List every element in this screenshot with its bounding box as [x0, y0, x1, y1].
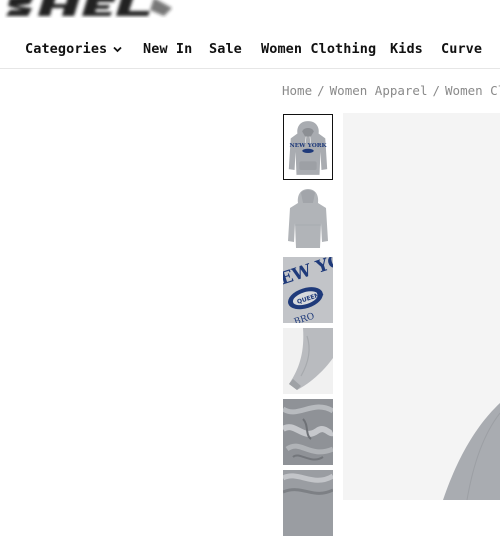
- thumbnail-sleeve[interactable]: [283, 328, 333, 394]
- brand-logo[interactable]: [4, 0, 174, 20]
- main-nav: Categories New In Sale Women Clothing Ki…: [0, 30, 500, 69]
- nav-kids[interactable]: Kids: [390, 41, 423, 57]
- breadcrumb-separator: /: [317, 83, 325, 98]
- nav-categories-label: Categories: [25, 41, 108, 57]
- nav-categories[interactable]: Categories: [25, 41, 122, 57]
- thumbnail-print-closeup[interactable]: EW YOR QUEENS BRO: [283, 257, 333, 323]
- main-product-image[interactable]: [343, 113, 500, 500]
- breadcrumb-home[interactable]: Home: [282, 83, 312, 98]
- breadcrumb-women-apparel[interactable]: Women Apparel: [330, 83, 428, 98]
- chevron-down-icon: [113, 41, 122, 57]
- thumbnail-front[interactable]: NEW YORK: [283, 114, 333, 180]
- thumbnail-fabric[interactable]: [283, 399, 333, 465]
- nav-sale[interactable]: Sale: [209, 41, 242, 57]
- nav-women-clothing[interactable]: Women Clothing: [261, 41, 376, 57]
- nav-curve[interactable]: Curve: [441, 41, 482, 57]
- breadcrumb-separator: /: [432, 83, 441, 98]
- nav-new-in[interactable]: New In: [143, 41, 192, 57]
- thumbnail-detail[interactable]: [283, 470, 333, 536]
- thumbnail-back[interactable]: [283, 185, 333, 251]
- breadcrumb: Home / Women Apparel / Women Clo: [282, 83, 500, 98]
- thumbnail-print-text: NEW YORK: [290, 143, 328, 149]
- breadcrumb-women-clothing[interactable]: Women Clo: [445, 83, 500, 98]
